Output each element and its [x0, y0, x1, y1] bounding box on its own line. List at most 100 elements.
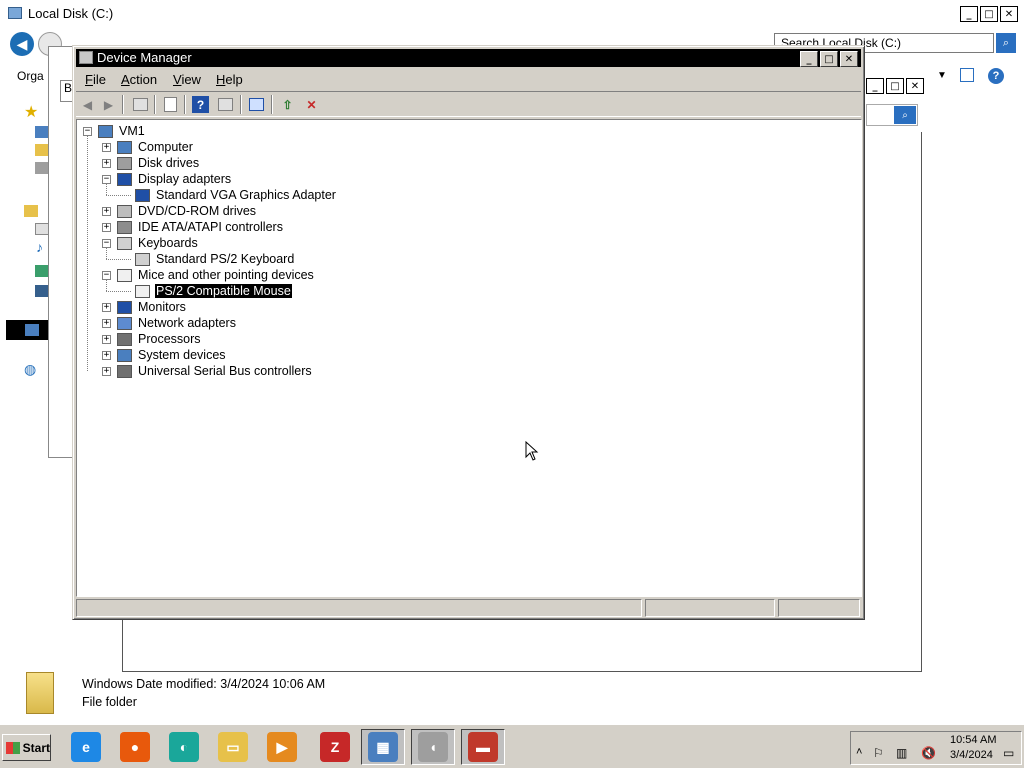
tree-leaf[interactable]: Standard PS/2 Keyboard [135, 251, 295, 267]
chevron-down-icon[interactable]: ▼ [937, 70, 947, 81]
tree-node[interactable]: + DVD/CD-ROM drives [102, 203, 257, 219]
device-tree[interactable]: − VM1 + Computer + Disk drives − Display adapte… [76, 119, 862, 597]
pictures-icon[interactable] [35, 265, 49, 277]
chevron-up-icon[interactable]: ˄ [856, 746, 862, 758]
clock-date[interactable]: 3/4/2024 [950, 749, 993, 761]
preview-pane-icon[interactable] [960, 68, 974, 82]
tree-item-label: Network adapters [138, 316, 236, 330]
explorer-icon: ▭ [218, 732, 248, 762]
collapse-toggle[interactable]: − [102, 174, 111, 184]
menu-action[interactable]: Action [121, 72, 157, 87]
videos-icon[interactable] [35, 285, 49, 297]
tree-node[interactable]: + Processors [102, 331, 202, 347]
expand-toggle[interactable]: + [102, 222, 111, 232]
close-button[interactable]: ✕ [840, 51, 858, 67]
expand-toggle[interactable]: + [102, 366, 111, 376]
favorites-star-icon[interactable]: ★ [24, 102, 38, 122]
scan-hardware-icon[interactable] [248, 96, 265, 113]
expand-toggle[interactable]: + [102, 206, 111, 216]
expand-toggle[interactable]: + [102, 158, 111, 168]
close-button[interactable]: ✕ [906, 78, 924, 94]
menu-file[interactable]: File [85, 72, 106, 87]
properties-icon[interactable] [162, 96, 179, 113]
expand-toggle[interactable]: + [102, 142, 111, 152]
minimize-button[interactable]: _ [960, 6, 978, 22]
help-icon[interactable]: ? [192, 96, 209, 113]
show-desktop-icon[interactable]: ▭ [1003, 746, 1014, 760]
usb-icon [117, 364, 132, 378]
recent-places-icon[interactable] [35, 162, 49, 174]
taskbar-app-media-player[interactable]: ▶ [260, 729, 304, 765]
minimize-button[interactable]: _ [866, 78, 884, 94]
search-icon[interactable]: ⌕ [996, 33, 1016, 53]
uninstall-device-icon[interactable]: ✕ [303, 96, 320, 113]
tree-leaf[interactable]: PS/2 Compatible Mouse [135, 283, 293, 299]
taskbar-app-edge-like[interactable]: ◐ [162, 729, 206, 765]
taskbar-app-control-panel[interactable]: ▦ [361, 729, 405, 765]
console-tree-icon[interactable] [132, 96, 149, 113]
organize-menu[interactable]: Orga [17, 69, 44, 83]
libraries-icon[interactable] [24, 205, 38, 217]
maximize-button[interactable]: □ [820, 51, 838, 67]
volume-muted-icon[interactable]: 🔇 [921, 746, 936, 760]
status-bar [76, 599, 862, 617]
help-icon[interactable]: ? [988, 68, 1004, 84]
tree-node[interactable]: + Disk drives [102, 155, 200, 171]
expand-toggle[interactable]: + [102, 334, 111, 344]
clock-time[interactable]: 10:54 AM [950, 734, 996, 746]
processor-icon [117, 332, 132, 346]
update-driver-icon[interactable]: ⇧ [279, 96, 296, 113]
network-icon[interactable]: ◍ [24, 361, 36, 378]
search-icon[interactable]: ⌕ [894, 106, 916, 124]
toolbar-separator [184, 95, 186, 114]
tree-node[interactable]: − Display adapters [102, 171, 232, 187]
tree-node[interactable]: − Mice and other pointing devices [102, 267, 315, 283]
status-pane-main [76, 599, 642, 617]
taskbar-app-firefox[interactable]: ● [113, 729, 157, 765]
maximize-button[interactable]: □ [980, 6, 998, 22]
desktop-icon[interactable] [35, 126, 49, 138]
collapse-toggle[interactable]: − [102, 238, 111, 248]
taskbar-app-explorer[interactable]: ▭ [211, 729, 255, 765]
internet-explorer-icon: e [71, 732, 101, 762]
tree-node[interactable]: + System devices [102, 347, 227, 363]
menu-view[interactable]: View [173, 72, 201, 87]
network-tray-icon[interactable]: ▥ [896, 746, 907, 760]
action-center-flag-icon[interactable]: ⚐ [873, 746, 884, 760]
taskbar-app-internet-explorer[interactable]: e [64, 729, 108, 765]
collapse-toggle[interactable]: − [83, 126, 92, 136]
tree-node[interactable]: + IDE ATA/ATAPI controllers [102, 219, 284, 235]
expand-toggle[interactable]: + [102, 302, 111, 312]
taskbar-app-mouse-settings[interactable]: ◖ [411, 729, 455, 765]
expand-toggle[interactable]: + [102, 350, 111, 360]
details-type: File folder [82, 695, 137, 709]
maximize-button[interactable]: □ [886, 78, 904, 94]
downloads-icon[interactable] [35, 144, 49, 156]
tree-node[interactable]: + Computer [102, 139, 194, 155]
disk-drive-icon [117, 156, 132, 170]
forward-arrow-icon[interactable]: ▶ [100, 96, 117, 113]
documents-icon[interactable] [35, 223, 49, 235]
back-button[interactable]: ◀ [10, 32, 34, 56]
tree-node[interactable]: + Network adapters [102, 315, 237, 331]
keyboard-icon [135, 252, 150, 266]
collapse-toggle[interactable]: − [102, 270, 111, 280]
start-button[interactable]: Start [2, 734, 51, 761]
back-arrow-icon[interactable]: ◀ [79, 96, 96, 113]
minimize-button[interactable]: _ [800, 51, 818, 67]
title-bar[interactable]: Device Manager _ □ ✕ [76, 49, 861, 67]
taskbar-app-toolbox[interactable]: ▬ [461, 729, 505, 765]
edge-like-icon: ◐ [169, 732, 199, 762]
close-button[interactable]: ✕ [1000, 6, 1018, 22]
music-icon[interactable]: ♪ [36, 239, 43, 255]
taskbar-app-app-red[interactable]: Z [313, 729, 357, 765]
tree-node[interactable]: + Monitors [102, 299, 187, 315]
media-player-icon: ▶ [267, 732, 297, 762]
tree-node[interactable]: − Keyboards [102, 235, 199, 251]
tree-node[interactable]: + Universal Serial Bus controllers [102, 363, 313, 379]
tree-leaf[interactable]: Standard VGA Graphics Adapter [135, 187, 337, 203]
show-hide-pane-icon[interactable] [217, 96, 234, 113]
menu-help[interactable]: Help [216, 72, 243, 87]
expand-toggle[interactable]: + [102, 318, 111, 328]
tree-root-vm1[interactable]: − VM1 [83, 123, 146, 139]
